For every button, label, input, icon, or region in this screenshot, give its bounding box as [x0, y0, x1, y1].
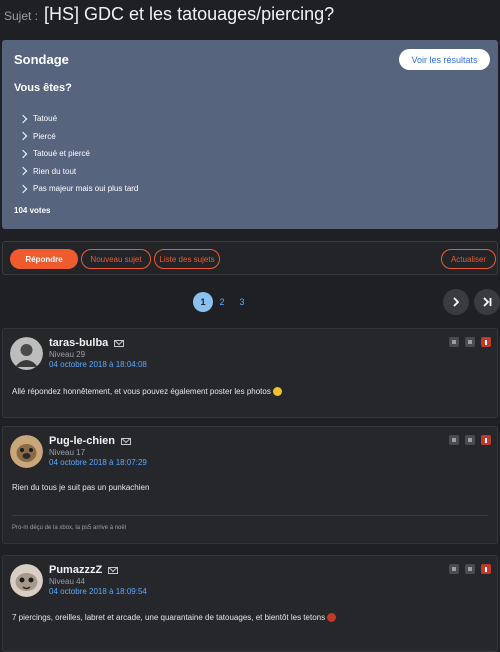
author-name[interactable]: taras-bulba	[49, 337, 108, 349]
post-tools	[449, 435, 491, 445]
author-level: Niveau 44	[49, 577, 86, 586]
chevron-right-icon	[18, 132, 28, 141]
refresh-button[interactable]: Actualiser	[441, 249, 496, 269]
post-text: Rien du tous je suit pas un punkachien	[12, 483, 150, 492]
post-text: Allé répondez honnêtement, et vous pouve…	[12, 387, 271, 396]
poll-title: Sondage	[14, 52, 69, 67]
poll-option-label: Pas majeur mais oui plus tard	[33, 184, 139, 194]
topic-prefix: Sujet :	[4, 9, 39, 23]
post-author: taras-bulba	[49, 337, 125, 349]
page-3-link[interactable]: 3	[232, 292, 252, 312]
mail-icon[interactable]	[121, 437, 132, 445]
poll-question: Vous êtes?	[14, 82, 72, 94]
report-icon[interactable]	[481, 337, 491, 347]
post-body: 7 piercings, oreilles, labret et arcade,…	[12, 613, 337, 623]
poll-option[interactable]: Rien du tout	[18, 163, 138, 181]
author-name[interactable]: Pug-le-chien	[49, 435, 115, 447]
author-name[interactable]: PumazzzZ	[49, 564, 102, 576]
post-date-link[interactable]: 04 octobre 2018 à 18:09:54	[49, 587, 147, 596]
chevron-right-icon	[18, 167, 28, 176]
quote-icon[interactable]	[449, 337, 459, 347]
quote-icon[interactable]	[449, 435, 459, 445]
post-signature: Pro-m déçu de la xbox, la ps5 arrive à n…	[12, 525, 127, 531]
post-tools	[449, 337, 491, 347]
forum-post: taras-bulba Niveau 29 04 octobre 2018 à …	[2, 328, 498, 418]
smiley-icon	[272, 387, 282, 397]
last-page-button[interactable]	[474, 289, 500, 315]
poll-option-label: Tatoué et piercé	[33, 149, 90, 159]
avatar[interactable]	[10, 337, 43, 370]
view-results-button[interactable]: Voir les résultats	[399, 49, 490, 70]
post-author: PumazzzZ	[49, 564, 119, 576]
signature-divider	[12, 515, 488, 516]
chevron-right-icon	[18, 149, 28, 158]
chevron-right-icon	[453, 297, 460, 307]
post-body: Rien du tous je suit pas un punkachien	[12, 483, 149, 492]
poll-option[interactable]: Tatoué et piercé	[18, 145, 138, 163]
poll-option[interactable]: Pas majeur mais oui plus tard	[18, 180, 139, 198]
report-icon[interactable]	[481, 564, 491, 574]
poll-vote-count: 104 votes	[14, 206, 51, 215]
poll-option-label: Rien du tout	[33, 166, 77, 176]
post-body: Allé répondez honnêtement, et vous pouve…	[12, 387, 282, 397]
post-text: 7 piercings, oreilles, labret et arcade,…	[12, 613, 326, 622]
permalink-icon[interactable]	[465, 435, 475, 445]
post-author: Pug-le-chien	[49, 435, 132, 447]
author-level: Niveau 29	[49, 350, 86, 359]
chevron-right-icon	[18, 114, 28, 123]
chevron-right-icon	[18, 184, 28, 193]
post-tools	[449, 564, 491, 574]
reply-button[interactable]: Répondre	[10, 249, 78, 269]
new-topic-button[interactable]: Nouveau sujet	[81, 249, 151, 269]
pagination: 1 2 3	[0, 289, 500, 315]
post-date-link[interactable]: 04 octobre 2018 à 18:04:08	[49, 360, 147, 369]
topic-actions-bar: Répondre Nouveau sujet Liste des sujets …	[2, 241, 498, 275]
forum-post: Pug-le-chien Niveau 17 04 octobre 2018 à…	[2, 426, 498, 544]
avatar[interactable]	[10, 564, 43, 597]
mail-icon[interactable]	[108, 566, 119, 574]
emoji-icon	[327, 613, 337, 623]
poll-panel: Sondage Voir les résultats Vous êtes? Ta…	[2, 40, 498, 229]
poll-option[interactable]: Piercé	[18, 128, 138, 146]
permalink-icon[interactable]	[465, 564, 475, 574]
quote-icon[interactable]	[449, 564, 459, 574]
avatar[interactable]	[10, 435, 43, 468]
page-1-link[interactable]: 1	[193, 292, 213, 312]
poll-option-label: Piercé	[33, 131, 56, 141]
topic-title: [HS] GDC et les tatouages/piercing?	[44, 4, 335, 24]
page-2-link[interactable]: 2	[212, 292, 232, 312]
report-icon[interactable]	[481, 435, 491, 445]
poll-option[interactable]: Tatoué	[18, 110, 138, 128]
poll-option-label: Tatoué	[33, 114, 58, 124]
permalink-icon[interactable]	[465, 337, 475, 347]
post-date-link[interactable]: 04 octobre 2018 à 18:07:29	[49, 458, 147, 467]
topic-list-button[interactable]: Liste des sujets	[154, 249, 220, 269]
next-page-button[interactable]	[443, 289, 469, 315]
topic-header: Sujet : [HS] GDC et les tatouages/pierci…	[4, 4, 496, 30]
author-level: Niveau 17	[49, 448, 86, 457]
last-page-icon	[483, 297, 492, 307]
forum-post: PumazzzZ Niveau 44 04 octobre 2018 à 18:…	[2, 555, 498, 652]
poll-options: Tatoué Piercé Tatoué et piercé Rien du t…	[18, 110, 139, 198]
mail-icon[interactable]	[114, 339, 125, 347]
